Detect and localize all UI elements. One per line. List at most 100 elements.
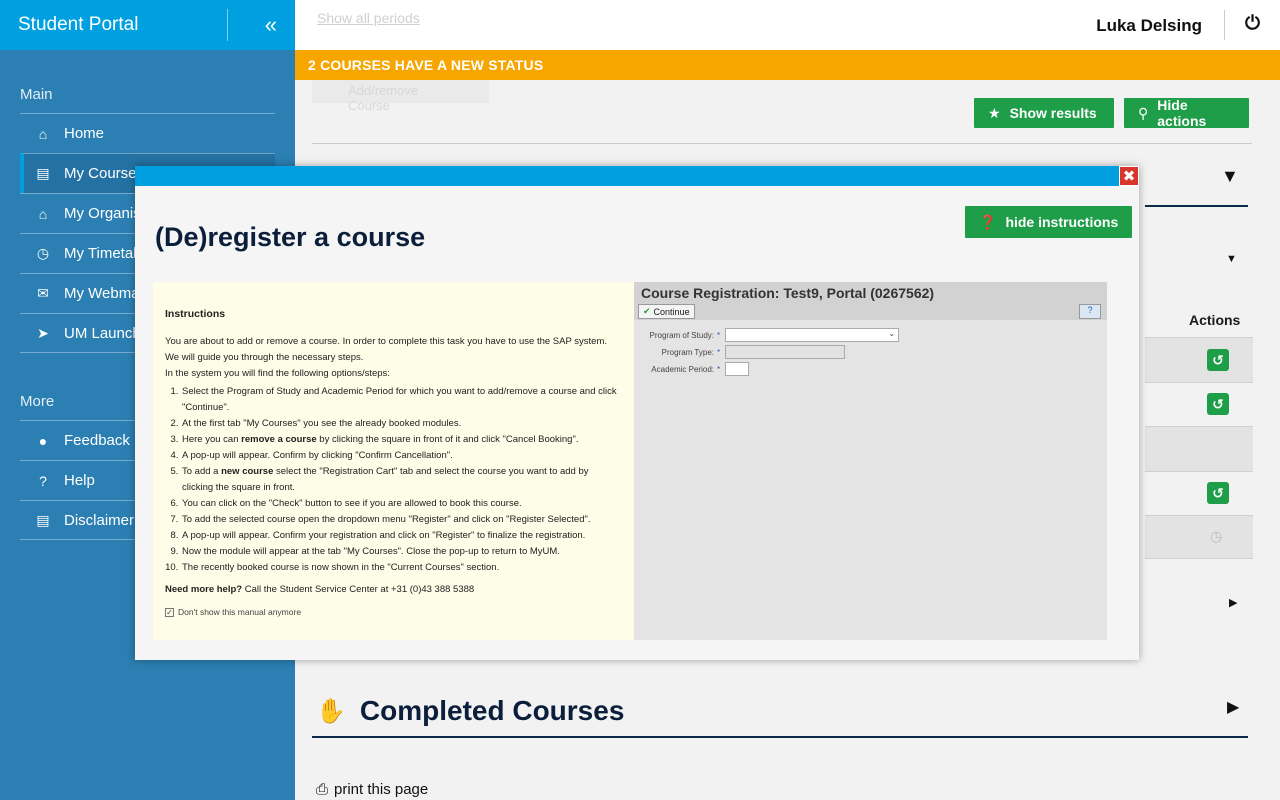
step-text: To add a	[182, 466, 222, 477]
show-all-periods-link[interactable]: Show all periods	[317, 10, 420, 26]
sidebar-header: Student Portal «	[0, 0, 295, 50]
sap-label: Program Type:	[661, 347, 714, 357]
caret-right-icon[interactable]: ▶	[1227, 697, 1239, 717]
instructions-intro: You are about to add or remove a course.…	[165, 336, 608, 347]
thumbs-up-icon: ✋	[316, 697, 346, 725]
instruction-step: A pop-up will appear. Confirm your regis…	[181, 528, 622, 544]
power-icon[interactable]: ⏻	[1245, 13, 1260, 35]
sap-continue-label: Continue	[653, 306, 690, 317]
modal-title-bar: ✖	[135, 166, 1139, 186]
sidebar-item-label: My Webmail	[64, 285, 147, 302]
microphone-icon: ●	[38, 432, 48, 449]
hide-instructions-label: hide instructions	[1005, 214, 1119, 230]
sap-program-select: ⌄	[725, 328, 900, 342]
instruction-step: Here you can remove a course by clicking…	[181, 432, 622, 448]
print-page-link[interactable]: ⎙ print this page	[316, 781, 428, 798]
sap-label: Program of Study:	[649, 330, 714, 340]
instruction-step: To add the selected course open the drop…	[181, 512, 622, 528]
table-row-divider	[1145, 471, 1253, 472]
caret-right-small-icon[interactable]: ▶	[1229, 596, 1237, 609]
table-row	[1145, 427, 1253, 471]
question-icon: ?	[39, 472, 47, 489]
sidebar-item-home[interactable]: ⌂ Home	[20, 113, 275, 153]
modal-title: (De)register a course	[155, 222, 426, 252]
required-mark: *	[717, 364, 721, 374]
table-row-divider	[1145, 558, 1253, 559]
clock-icon: ◷	[36, 245, 50, 261]
close-icon[interactable]: ✖	[1119, 166, 1139, 186]
instruction-step: You can click on the "Check" button to s…	[181, 496, 622, 512]
caret-down-small-icon[interactable]: ▼	[1226, 253, 1237, 265]
instructions-intro: In the system you will find the followin…	[165, 368, 390, 379]
sidebar-item-label: Disclaimer	[64, 511, 135, 529]
rocket-icon: ➤	[37, 324, 49, 341]
checkbox-icon: ✓	[165, 607, 174, 617]
user-name: Luka Delsing	[1096, 16, 1202, 35]
hide-actions-label: Hide actions	[1157, 97, 1207, 129]
dont-show-label: Don't show this manual anymore	[178, 607, 302, 617]
step-bold: new course	[221, 466, 274, 477]
undo-icon[interactable]: ↺	[1207, 482, 1229, 504]
envelope-icon: ✉	[37, 285, 49, 301]
sap-continue-button: ✔ Continue	[638, 304, 695, 319]
status-banner[interactable]: 2 COURSES HAVE A NEW STATUS	[295, 50, 1280, 80]
undo-icon[interactable]: ↺	[1207, 349, 1229, 371]
caret-down-icon[interactable]: ▼	[1221, 166, 1239, 187]
app-title: Student Portal	[18, 14, 139, 35]
top-bar: Show all periods Luka Delsing ⏻	[295, 0, 1280, 50]
instruction-step: A pop-up will appear. Confirm by clickin…	[181, 448, 622, 464]
sidebar-item-label: Home	[64, 125, 105, 142]
instructions-intro: We will guide you through the necessary …	[165, 352, 364, 363]
printer-icon: ⎙	[316, 781, 329, 798]
section-underline	[1145, 205, 1248, 207]
hide-instructions-button[interactable]: ❓ hide instructions	[965, 206, 1133, 238]
sap-toolbar: ✔ Continue ?	[634, 304, 1107, 322]
check-icon: ✔	[643, 306, 651, 316]
hide-actions-button[interactable]: ⚲ Hide actions	[1124, 97, 1249, 129]
sap-label: Academic Period:	[651, 364, 714, 374]
sap-program-type-row: Program Type: *	[634, 345, 846, 359]
instructions-heading: Instructions	[165, 308, 226, 320]
sap-program-of-study-row: Program of Study: * ⌄	[634, 328, 900, 342]
show-results-label: Show results	[1009, 105, 1097, 121]
step-bold: remove a course	[241, 434, 317, 445]
help-text: Call the Student Service Center at +31 (…	[242, 584, 475, 595]
step-text: by clicking the square in front of it an…	[316, 434, 579, 445]
sidebar-section-main: Main	[20, 86, 53, 103]
completed-underline	[312, 736, 1248, 738]
sap-help-icon: ?	[1079, 304, 1101, 319]
show-results-button[interactable]: ★ Show results	[974, 98, 1114, 128]
dont-show-checkbox-row: ✓ Don't show this manual anymore	[165, 604, 622, 620]
bank-icon: ⌂	[38, 205, 48, 222]
sidebar-item-label: Feedback	[64, 432, 130, 449]
sap-program-type-field	[725, 345, 846, 359]
add-remove-course-button[interactable]: Add/remove Course	[312, 80, 489, 113]
completed-courses-header[interactable]: ✋ Completed Courses	[316, 695, 624, 727]
sap-screenshot-panel: Course Registration: Test9, Portal (0267…	[634, 282, 1107, 640]
required-mark: *	[717, 330, 721, 340]
instructions-panel: Instructions You are about to add or rem…	[153, 282, 634, 640]
book-icon: ▤	[36, 165, 50, 181]
completed-courses-title: Completed Courses	[359, 695, 625, 726]
instruction-step: Select the Program of Study and Academic…	[181, 384, 622, 416]
table-row-divider	[1145, 382, 1253, 383]
question-circle-icon: ❓	[979, 213, 997, 230]
instruction-step: Now the module will appear at the tab "M…	[181, 544, 622, 560]
collapse-sidebar-icon[interactable]: «	[227, 9, 277, 41]
sap-academic-period-field	[725, 362, 750, 376]
instruction-step: At the first tab "My Courses" you see th…	[181, 416, 622, 432]
instruction-step: To add a new course select the "Registra…	[181, 464, 622, 496]
print-label: print this page	[334, 781, 429, 798]
sap-academic-period-row: Academic Period: *	[634, 362, 750, 376]
home-icon: ⌂	[38, 125, 48, 142]
pending-clock-icon: ◷	[1210, 528, 1223, 544]
sidebar-item-label: My Courses	[64, 165, 145, 182]
trophy-icon: ★	[988, 104, 1001, 121]
instructions-modal: ✖ (De)register a course ❓ hide instructi…	[135, 166, 1139, 660]
instructions-steps: Select the Program of Study and Academic…	[181, 384, 622, 576]
section-divider	[312, 143, 1252, 144]
step-text: Here you can	[182, 434, 242, 445]
table-row	[1145, 516, 1253, 558]
document-icon: ▤	[36, 511, 50, 528]
undo-icon[interactable]: ↺	[1207, 393, 1229, 415]
